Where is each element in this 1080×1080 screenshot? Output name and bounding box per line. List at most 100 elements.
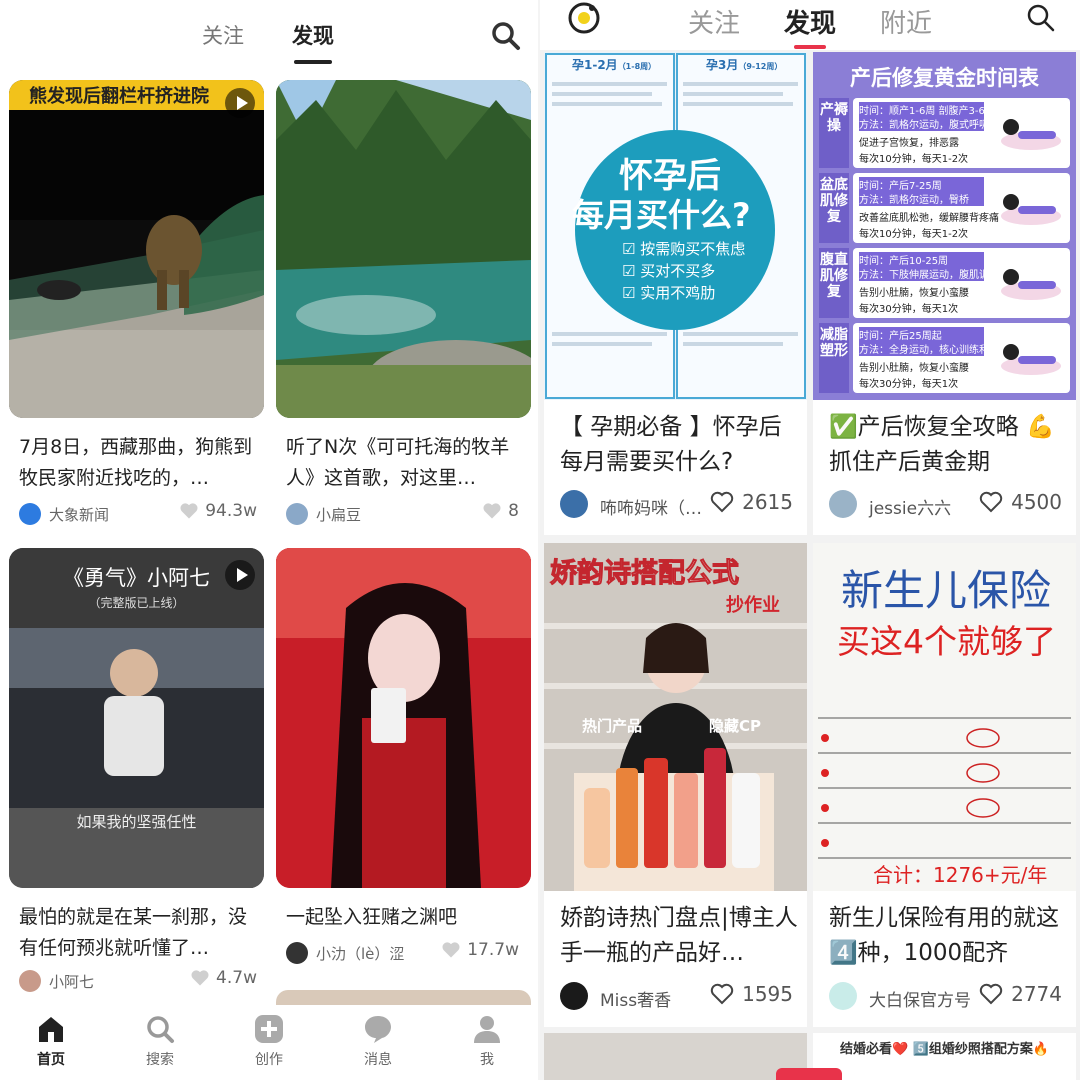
like-button[interactable]: 4.7w xyxy=(190,968,257,988)
check-text: 按需购买不焦虑 xyxy=(640,240,746,258)
tab-nearby[interactable]: 附近 xyxy=(880,3,932,40)
row-note-1: 改善盆底肌松弛，缓解腰背疼痛 xyxy=(859,213,999,224)
row-method: 方法：下肢伸展运动，腹肌训练 xyxy=(859,266,984,281)
check-item: ☑ 实用不鸡肋 xyxy=(622,284,716,302)
heart-icon xyxy=(191,970,209,986)
card-meta: 小阿七 4.7w xyxy=(19,968,257,998)
check-item: ☑ 买对不买多 xyxy=(622,262,716,280)
row-method: 方法：全身运动，核心训练和有氧运动，瑜伽，普拉提 xyxy=(859,341,984,356)
like-button[interactable]: 1595 xyxy=(710,982,793,1006)
row-note-1: 告别小肚腩，恢复小蛮腰 xyxy=(859,288,969,299)
row-body: 时间：顺产1-6周 剖腹产3-6周方法：凯格尔运动，腹式呼吸，臀桥促进子宫恢复，… xyxy=(853,98,1070,168)
author-name[interactable]: 小氻（lè）涩 xyxy=(316,943,404,964)
card-thumbnail: 《勇气》小阿七 （完整版已上线） 如果我的坚强任性 xyxy=(9,548,264,888)
tab-follow[interactable]: 关注 xyxy=(688,3,740,40)
nav-create-label: 创作 xyxy=(255,1052,283,1068)
nav-create[interactable]: 创作 xyxy=(234,1013,304,1069)
exercise-illustration xyxy=(1001,194,1061,225)
nav-profile[interactable]: 我 xyxy=(452,1013,522,1069)
author-name[interactable]: 小扁豆 xyxy=(316,504,361,525)
author-name[interactable]: 咘咘妈咪（… xyxy=(600,494,702,519)
heart-icon xyxy=(979,491,1003,513)
tab-follow[interactable]: 关注 xyxy=(202,20,244,50)
tab-discover[interactable]: 发现 xyxy=(292,20,334,64)
card-thumbnail: 新生儿保险 买这4个就够了 合计：1276+元/年 xyxy=(813,543,1076,891)
like-button[interactable]: 17.7w xyxy=(441,940,519,960)
like-count: 8 xyxy=(508,501,519,521)
avatar[interactable] xyxy=(560,982,588,1010)
month-label-2: 孕3月（9-12周） xyxy=(706,56,782,73)
nav-search[interactable]: 搜索 xyxy=(125,1013,195,1069)
overlay-checklist: ☑ 按需购买不焦虑 ☑ 买对不买多 ☑ 实用不鸡肋 xyxy=(622,238,745,304)
overlay-heading: 产后修复黄金时间表 xyxy=(850,66,1039,90)
like-button[interactable]: 4500 xyxy=(979,490,1062,514)
avatar[interactable] xyxy=(829,490,857,518)
message-icon xyxy=(365,1016,391,1043)
card-thumbnail: 娇韵诗搭配公式 抄作业 热门产品 隐藏CP xyxy=(544,543,807,891)
nav-messages[interactable]: 消息 xyxy=(343,1013,413,1069)
timetable-row: 腹直肌修复时间：产后10-25周方法：下肢伸展运动，腹肌训练告别小肚腩，恢复小蛮… xyxy=(819,248,1070,318)
heart-icon xyxy=(710,983,734,1005)
search-icon[interactable] xyxy=(1026,3,1056,33)
exercise-illustration xyxy=(1001,269,1061,300)
tab-discover[interactable]: 发现 xyxy=(784,3,836,49)
avatar[interactable] xyxy=(19,970,41,992)
avatar[interactable] xyxy=(829,982,857,1010)
overlay-tag-2: 隐藏CP xyxy=(709,717,762,735)
like-button[interactable]: 2615 xyxy=(710,490,793,514)
feed-card-pregnancy[interactable]: 孕1-2月（1-8周） 孕3月（9-12周） 怀孕后 每月买什么? ☑ 按需购买… xyxy=(544,52,807,535)
author-name[interactable]: Miss奢香 xyxy=(600,986,671,1011)
author-name[interactable]: jessie六六 xyxy=(869,494,951,519)
landscape-photo xyxy=(276,80,531,418)
like-button[interactable]: 8 xyxy=(482,501,519,521)
thumb-subtitle: （完整版已上线） xyxy=(88,596,185,610)
search-icon[interactable] xyxy=(490,20,522,52)
overlay-line2: 每月买什么? xyxy=(572,196,751,234)
avatar[interactable] xyxy=(286,503,308,525)
card-title: 新生儿保险有用的就这4️⃣种，1000配齐 xyxy=(829,905,1059,966)
feed-card-insurance[interactable]: 新生儿保险 买这4个就够了 合计：1276+元/年 新生儿保险有用的就这4️⃣种… xyxy=(813,543,1076,1027)
feed-card-cosplay[interactable]: 一起坠入狂赌之渊吧 小氻（lè）涩 17.7w xyxy=(276,548,531,998)
overlay-line2: 买这4个就够了 xyxy=(837,622,1056,661)
month-1: 孕1-2月 xyxy=(572,58,618,72)
heart-icon xyxy=(710,491,734,513)
feed-card-singer[interactable]: 《勇气》小阿七 （完整版已上线） 如果我的坚强任性 最怕的就是在某一刹那，没有任… xyxy=(9,548,264,998)
feed-card-bear[interactable]: 熊发现后翻栏杆挤进院 7月8日，西藏那曲，狗熊到牧民家附近找吃的，… 大象新闻 … xyxy=(9,80,264,540)
card-thumbnail: 孕1-2月（1-8周） 孕3月（9-12周） 怀孕后 每月买什么? ☑ 按需购买… xyxy=(544,52,807,400)
next-card-peek xyxy=(276,990,531,1005)
author-name[interactable]: 小阿七 xyxy=(49,971,94,992)
feed-card-landscape[interactable]: 听了N次《可可托海的牧羊人》这首歌，对这里… 小扁豆 8 xyxy=(276,80,531,540)
like-button[interactable]: 94.3w xyxy=(179,501,257,521)
feed-card-postpartum[interactable]: 产后修复黄金时间表 产褥操 时间：顺产1-6周 剖腹产3-6周 方法：凯格尔运动，腹… xyxy=(813,52,1076,535)
feed-card-skincare[interactable]: 娇韵诗搭配公式 抄作业 热门产品 隐藏CP 娇韵诗热门盘点|博主人手一瓶的产品好… xyxy=(544,543,807,1027)
camera-icon[interactable] xyxy=(566,0,602,36)
month-2: 孕3月 xyxy=(706,58,739,72)
avatar[interactable] xyxy=(286,942,308,964)
author-name[interactable]: 大象新闻 xyxy=(49,504,109,525)
like-count: 4.7w xyxy=(216,968,257,988)
like-count: 2774 xyxy=(1011,982,1062,1006)
row-label: 减脂塑形 xyxy=(819,323,849,393)
nav-profile-label: 我 xyxy=(480,1052,494,1068)
month-1-sub: （1-8周） xyxy=(617,62,657,71)
left-screen: 关注 发现 熊发现后翻栏杆挤进院 7月8日，西藏那曲，狗熊到牧民家附近找吃的，…… xyxy=(0,0,540,1080)
month-label-1: 孕1-2月（1-8周） xyxy=(572,56,656,73)
nav-home[interactable]: 首页 xyxy=(16,1013,86,1069)
like-button[interactable]: 2774 xyxy=(979,982,1062,1006)
row-body: 时间：产后25周起方法：全身运动，核心训练和有氧运动，瑜伽，普拉提告别小肚腩，恢… xyxy=(853,323,1070,393)
row-label: 盆底肌修复 xyxy=(819,173,849,243)
nav-messages-label: 消息 xyxy=(364,1052,392,1068)
timetable-row: 产褥操时间：顺产1-6周 剖腹产3-6周方法：凯格尔运动，腹式呼吸，臀桥促进子宫… xyxy=(819,98,1070,168)
heart-icon xyxy=(180,503,198,519)
avatar[interactable] xyxy=(560,490,588,518)
row-method: 方法：凯格尔运动，腹式呼吸，臀桥 xyxy=(859,116,984,131)
nav-home-label: 首页 xyxy=(37,1052,65,1068)
publish-button[interactable] xyxy=(776,1068,842,1080)
like-count: 2615 xyxy=(742,490,793,514)
avatar[interactable] xyxy=(19,503,41,525)
author-name[interactable]: 大白保官方号 xyxy=(869,986,971,1011)
row-method: 方法：凯格尔运动，臀桥 xyxy=(859,191,984,206)
right-screen: 关注 发现 附近 孕1-2月（1-8周） 孕3月（9-12周） 怀孕后 每月买什… xyxy=(540,0,1080,1080)
like-count: 94.3w xyxy=(205,501,257,521)
row-time: 时间：产后7-25周 xyxy=(859,177,984,192)
